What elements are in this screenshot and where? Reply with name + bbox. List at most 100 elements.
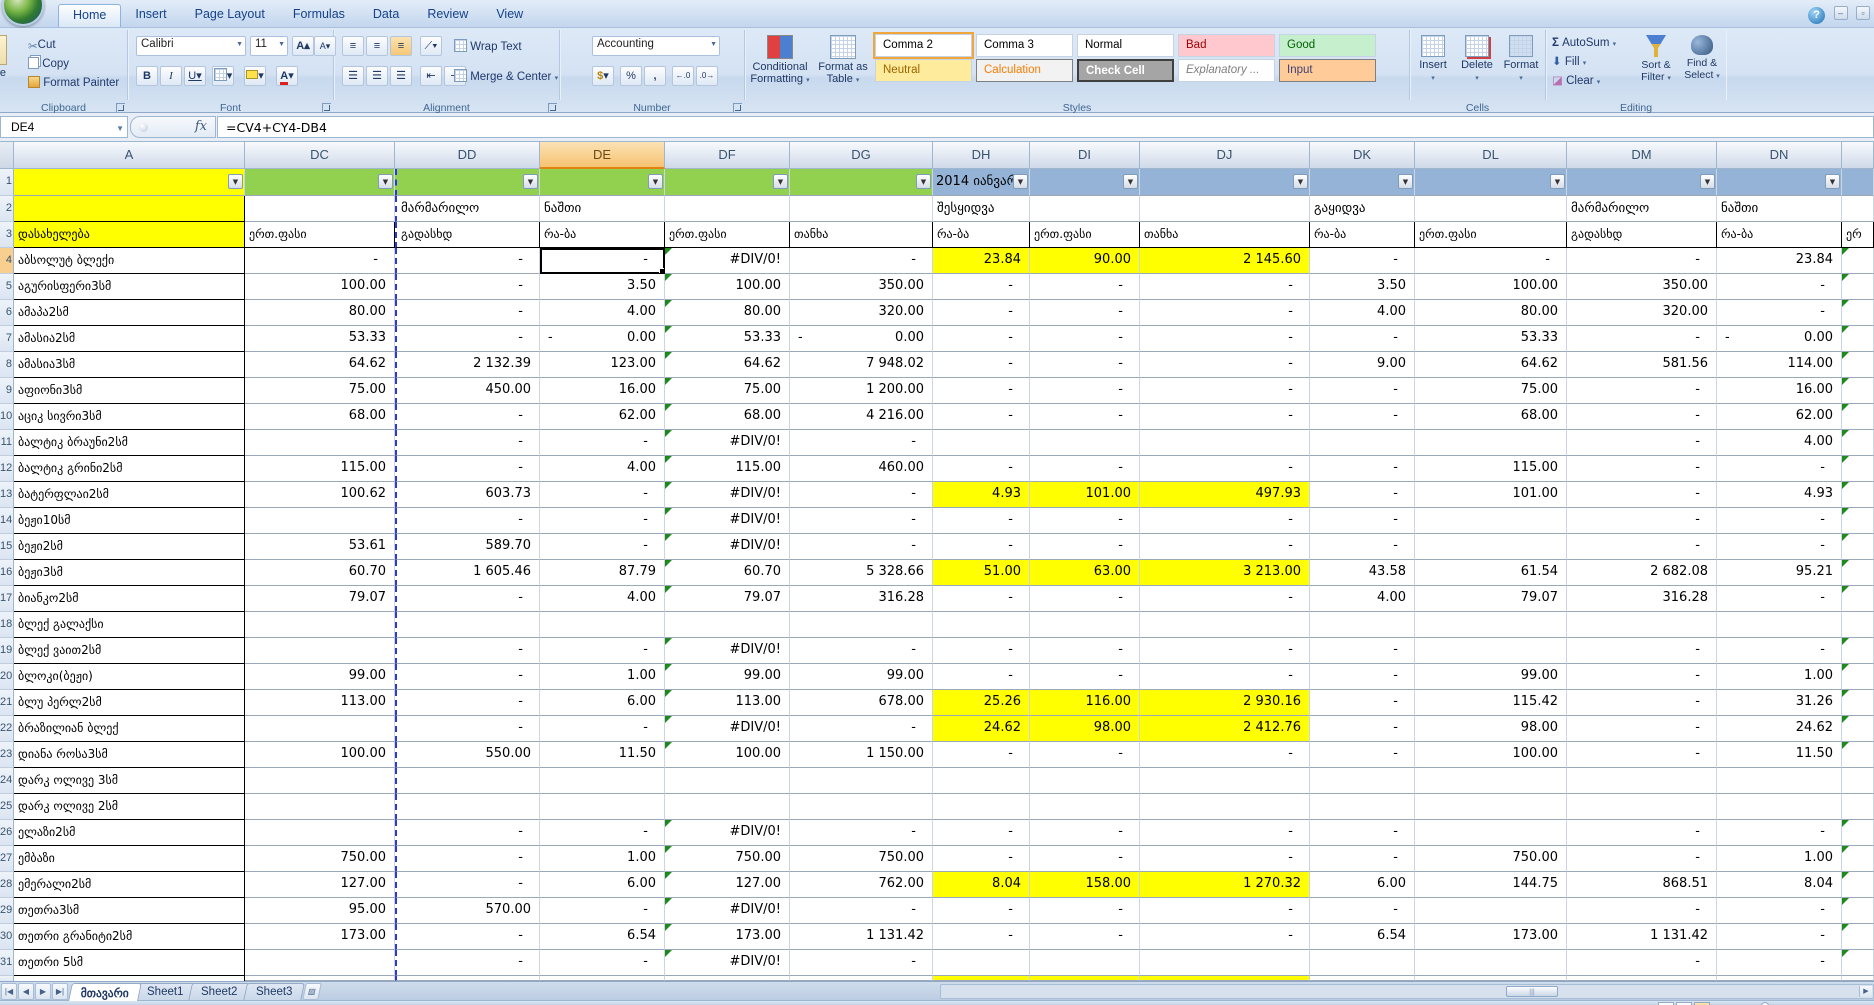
- cell-dd-12[interactable]: -: [395, 456, 540, 482]
- cell-partial-21[interactable]: [1842, 690, 1874, 716]
- cell-dk-17[interactable]: 4.00: [1310, 586, 1415, 612]
- filter-button-dg[interactable]: ▼: [916, 174, 931, 189]
- cell-dl-22[interactable]: 98.00: [1415, 716, 1567, 742]
- group-cell-dc[interactable]: [245, 196, 395, 222]
- cell-dk-19[interactable]: -: [1310, 638, 1415, 664]
- cell-di-26[interactable]: -: [1030, 820, 1140, 846]
- style-comma-3[interactable]: Comma 3: [976, 34, 1073, 57]
- row-header-20[interactable]: 20: [0, 664, 14, 690]
- cell-dl-5[interactable]: 100.00: [1415, 274, 1567, 300]
- font-size-combo[interactable]: 11▼: [250, 36, 288, 56]
- filter-button-dk[interactable]: ▼: [1398, 174, 1413, 189]
- font-family-combo[interactable]: Calibri▼: [136, 36, 246, 56]
- cell-dm-30[interactable]: 1 131.42: [1567, 924, 1717, 950]
- cell-dc-15[interactable]: 53.61: [245, 534, 395, 560]
- column-header-DH[interactable]: DH: [933, 142, 1030, 169]
- cell-dj-28[interactable]: 1 270.32: [1140, 872, 1310, 898]
- caption-cell-de[interactable]: რა-ბა: [540, 222, 665, 248]
- cell-dn-11[interactable]: 4.00: [1717, 430, 1842, 456]
- cell-dn-25[interactable]: [1717, 794, 1842, 820]
- style-neutral[interactable]: Neutral: [875, 59, 972, 82]
- group-cell-dm[interactable]: მარმარილო: [1567, 196, 1717, 222]
- shrink-font-button[interactable]: A▾: [314, 36, 336, 56]
- cell-dm-24[interactable]: [1567, 768, 1717, 794]
- cell-dl-19[interactable]: [1415, 638, 1567, 664]
- cell-dl-29[interactable]: [1415, 898, 1567, 924]
- cell-di-28[interactable]: 158.00: [1030, 872, 1140, 898]
- cell-dn-15[interactable]: -: [1717, 534, 1842, 560]
- cell-dh-26[interactable]: -: [933, 820, 1030, 846]
- cell-dc-20[interactable]: 99.00: [245, 664, 395, 690]
- cell-df-7[interactable]: 53.33: [665, 326, 790, 352]
- cell-dk-23[interactable]: -: [1310, 742, 1415, 768]
- cell-dg-22[interactable]: -: [790, 716, 933, 742]
- cell-dh-11[interactable]: [933, 430, 1030, 456]
- cell-dg-14[interactable]: -: [790, 508, 933, 534]
- cell-df-18[interactable]: [665, 612, 790, 638]
- cell-dm-11[interactable]: -: [1567, 430, 1717, 456]
- group-cell-a[interactable]: [14, 196, 245, 222]
- cell-dc-11[interactable]: [245, 430, 395, 456]
- cell-di-11[interactable]: [1030, 430, 1140, 456]
- merge-center-button[interactable]: Merge & Center ▾: [454, 68, 558, 86]
- filter-cell-dm[interactable]: ▼: [1567, 169, 1717, 196]
- cell-dj-17[interactable]: -: [1140, 586, 1310, 612]
- row-label-28[interactable]: ემერალი2სმ: [14, 872, 245, 898]
- cell-partial-29[interactable]: [1842, 898, 1874, 924]
- cell-df-16[interactable]: 60.70: [665, 560, 790, 586]
- cell-dg-5[interactable]: 350.00: [790, 274, 933, 300]
- cell-dm-5[interactable]: 350.00: [1567, 274, 1717, 300]
- borders-button[interactable]: ▾: [212, 66, 234, 86]
- cell-dg-28[interactable]: 762.00: [790, 872, 933, 898]
- align-center-button[interactable]: ☰: [366, 66, 388, 86]
- cell-dd-10[interactable]: -: [395, 404, 540, 430]
- cell-dg-17[interactable]: 316.28: [790, 586, 933, 612]
- cell-dj-25[interactable]: [1140, 794, 1310, 820]
- cell-partial-23[interactable]: [1842, 742, 1874, 768]
- column-header-DC[interactable]: DC: [245, 142, 395, 169]
- filter-button-di[interactable]: ▼: [1123, 174, 1138, 189]
- decrease-indent-button[interactable]: ⇤: [420, 66, 442, 86]
- cell-dm-13[interactable]: -: [1567, 482, 1717, 508]
- insert-worksheet-button[interactable]: ▨: [302, 983, 322, 1000]
- row-label-4[interactable]: აბსოლუტ ბლექი: [14, 248, 245, 274]
- cell-dg-16[interactable]: 5 328.66: [790, 560, 933, 586]
- filter-cell-dd[interactable]: ▼: [395, 169, 540, 196]
- cell-df-10[interactable]: 68.00: [665, 404, 790, 430]
- cell-dd-11[interactable]: -: [395, 430, 540, 456]
- conditional-formatting-button[interactable]: Conditional Formatting ▾: [747, 32, 813, 98]
- cell-de-31[interactable]: -: [540, 950, 665, 976]
- cell-dd-26[interactable]: -: [395, 820, 540, 846]
- cell-de-29[interactable]: -: [540, 898, 665, 924]
- cell-dh-8[interactable]: -: [933, 352, 1030, 378]
- cell-dg-18[interactable]: [790, 612, 933, 638]
- sort-filter-button[interactable]: Sort & Filter ▾: [1634, 32, 1678, 98]
- filter-cell-de[interactable]: ▼: [540, 169, 665, 196]
- cell-dj-26[interactable]: -: [1140, 820, 1310, 846]
- row-header-16[interactable]: 16: [0, 560, 14, 586]
- cell-dd-24[interactable]: [395, 768, 540, 794]
- cell-df-8[interactable]: 64.62: [665, 352, 790, 378]
- ribbon-tab-view[interactable]: View: [482, 4, 537, 27]
- cell-dg-13[interactable]: -: [790, 482, 933, 508]
- cell-dm-7[interactable]: -: [1567, 326, 1717, 352]
- cell-df-17[interactable]: 79.07: [665, 586, 790, 612]
- cell-dm-27[interactable]: -: [1567, 846, 1717, 872]
- cell-dg-20[interactable]: 99.00: [790, 664, 933, 690]
- cell-dj-23[interactable]: -: [1140, 742, 1310, 768]
- cell-dd-9[interactable]: 450.00: [395, 378, 540, 404]
- cell-df-9[interactable]: 75.00: [665, 378, 790, 404]
- cell-dc-21[interactable]: 113.00: [245, 690, 395, 716]
- cell-dg-30[interactable]: 1 131.42: [790, 924, 933, 950]
- cell-partial-22[interactable]: [1842, 716, 1874, 742]
- filter-button-dc[interactable]: ▼: [378, 174, 393, 189]
- cell-dh-21[interactable]: 25.26: [933, 690, 1030, 716]
- cell-dn-6[interactable]: -: [1717, 300, 1842, 326]
- cell-dk-14[interactable]: -: [1310, 508, 1415, 534]
- cell-de-24[interactable]: [540, 768, 665, 794]
- cell-df-12[interactable]: 115.00: [665, 456, 790, 482]
- cell-dc-8[interactable]: 64.62: [245, 352, 395, 378]
- cell-de-23[interactable]: 11.50: [540, 742, 665, 768]
- filter-cell-dg[interactable]: ▼: [790, 169, 933, 196]
- cell-df-21[interactable]: 113.00: [665, 690, 790, 716]
